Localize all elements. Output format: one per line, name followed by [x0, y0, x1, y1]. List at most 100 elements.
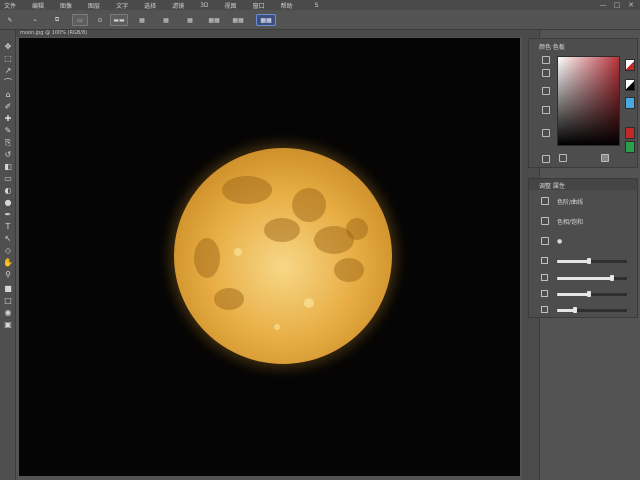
- foreground-color-icon[interactable]: ■: [2, 284, 14, 294]
- type-icon[interactable]: T: [2, 222, 14, 232]
- green-swatch[interactable]: [625, 141, 635, 153]
- color-picker-field[interactable]: [557, 56, 620, 146]
- moon-image: [174, 148, 392, 364]
- slider-track[interactable]: [557, 291, 627, 297]
- option-a-icon[interactable]: ▦: [136, 14, 148, 26]
- eraser-icon[interactable]: ◧: [2, 162, 14, 172]
- slider-icon: [541, 257, 548, 264]
- slider-track[interactable]: [557, 258, 627, 264]
- blur-icon[interactable]: ◐: [2, 186, 14, 196]
- screen-mode-icon[interactable]: ▣: [2, 320, 14, 330]
- menu-view[interactable]: 视图: [225, 1, 237, 10]
- document-tab[interactable]: moon.jpg @ 100% (RGB/8): [18, 30, 89, 37]
- history-brush-icon[interactable]: ↺: [2, 150, 14, 160]
- quick-mask-icon[interactable]: ◉: [2, 308, 14, 318]
- lasso-icon[interactable]: ↗: [2, 66, 14, 76]
- slider-icon: [541, 306, 548, 313]
- brush-icon[interactable]: ✎: [2, 126, 14, 136]
- menu-filter[interactable]: 滤镜: [172, 1, 184, 10]
- option-sample-icon[interactable]: ⧉: [50, 14, 64, 26]
- shape-icon[interactable]: ◇: [2, 246, 14, 256]
- menu-image[interactable]: 图像: [60, 1, 72, 10]
- gradient-panel-icon[interactable]: [542, 87, 550, 95]
- option-c-icon[interactable]: ▦: [184, 14, 196, 26]
- menu-edit[interactable]: 编辑: [32, 1, 44, 10]
- slider-fill: [557, 277, 612, 280]
- maximize-button[interactable]: □: [612, 1, 622, 9]
- adjustment-label: 色相/饱和: [557, 218, 584, 226]
- color-panel: 颜色 色板: [528, 38, 638, 168]
- slider-fill: [557, 293, 589, 296]
- swatches-icon[interactable]: [542, 69, 550, 77]
- option-active-button[interactable]: ▦▦: [256, 14, 276, 26]
- quick-select-icon[interactable]: ⌒: [2, 78, 14, 88]
- document-canvas[interactable]: [19, 38, 520, 476]
- marquee-icon[interactable]: ⬚: [2, 54, 14, 64]
- color-panel-title: 颜色 色板: [539, 44, 565, 51]
- option-d-icon[interactable]: ▦▦: [206, 14, 222, 26]
- path-select-icon[interactable]: ↖: [2, 234, 14, 244]
- menu-help[interactable]: 帮助: [281, 1, 293, 10]
- option-mode-icon[interactable]: ⌁: [30, 14, 40, 26]
- slider-row-2[interactable]: [541, 290, 635, 298]
- slider-thumb[interactable]: [609, 275, 614, 281]
- slider-icon: [541, 274, 548, 281]
- dodge-icon[interactable]: ●: [2, 198, 14, 208]
- color-mode-icon[interactable]: [542, 56, 550, 64]
- slider-thumb[interactable]: [586, 258, 591, 264]
- clone-stamp-icon[interactable]: ⎘: [2, 138, 14, 148]
- options-bar: ✎ ⌁ ⧉ ▭ ⊙ ▬▬ ▦ ▦ ▦ ▦▦ ▦▦ ▦▦: [0, 10, 640, 30]
- menu-layer[interactable]: 图层: [88, 1, 100, 10]
- window-controls: — □ ✕: [594, 0, 636, 10]
- adjustments-header: 调整 属性: [529, 179, 637, 190]
- gradient-icon[interactable]: ▭: [2, 174, 14, 184]
- menu-3d[interactable]: 3D: [200, 2, 208, 9]
- minimize-button[interactable]: —: [598, 1, 608, 9]
- red-swatch[interactable]: [625, 127, 635, 139]
- slider-track[interactable]: [557, 307, 627, 313]
- move-icon[interactable]: ✥: [2, 42, 14, 52]
- contrast-dot-icon: ●: [557, 237, 563, 245]
- tool-preset-icon[interactable]: ✎: [4, 14, 16, 26]
- background-swatch[interactable]: [625, 79, 635, 91]
- option-size-field[interactable]: ▬▬: [110, 14, 128, 26]
- adjustment-row[interactable]: 色阶/曲线: [541, 196, 583, 206]
- close-button[interactable]: ✕: [626, 1, 636, 9]
- pattern-icon[interactable]: [542, 106, 550, 114]
- foreground-swatch[interactable]: [625, 59, 635, 71]
- menu-file[interactable]: 文件: [4, 1, 16, 10]
- visibility-icon: [541, 237, 549, 245]
- option-e-icon[interactable]: ▦▦: [230, 14, 246, 26]
- tools-panel: ✥ ⬚ ↗ ⌒ ⌂ ✐ ✚ ✎ ⎘ ↺ ◧ ▭ ◐ ● ✒ T ↖ ◇ ✋ ⚲ …: [0, 30, 16, 480]
- menu-window[interactable]: 窗口: [253, 1, 265, 10]
- slider-row-0[interactable]: [541, 257, 635, 265]
- adjustment-row[interactable]: ●: [541, 236, 562, 246]
- option-b-icon[interactable]: ▦: [160, 14, 172, 26]
- blue-swatch[interactable]: [625, 97, 635, 109]
- search-icon[interactable]: S: [315, 2, 319, 9]
- crop-icon[interactable]: ⌂: [2, 90, 14, 100]
- pen-icon[interactable]: ✒: [2, 210, 14, 220]
- background-color-icon[interactable]: □: [2, 296, 14, 306]
- healing-icon[interactable]: ✚: [2, 114, 14, 124]
- slider-track[interactable]: [557, 275, 627, 281]
- zoom-icon[interactable]: ⚲: [2, 270, 14, 280]
- delete-swatch-icon[interactable]: [601, 154, 609, 162]
- menu-type[interactable]: 文字: [116, 1, 128, 10]
- styles-icon[interactable]: [542, 129, 550, 137]
- option-shape-button[interactable]: ▭: [72, 14, 88, 26]
- slider-thumb[interactable]: [572, 307, 577, 313]
- adjustment-row[interactable]: 色相/饱和: [541, 216, 583, 226]
- menu-select[interactable]: 选择: [144, 1, 156, 10]
- slider-row-1[interactable]: [541, 274, 635, 282]
- levels-icon: [541, 197, 549, 205]
- add-swatch-icon[interactable]: [559, 154, 567, 162]
- hand-icon[interactable]: ✋: [2, 258, 14, 268]
- slider-row-3[interactable]: [541, 306, 635, 314]
- adjustments-title: 调整 属性: [539, 183, 565, 190]
- slider-thumb[interactable]: [586, 291, 591, 297]
- eyedropper-icon[interactable]: ✐: [2, 102, 14, 112]
- libraries-icon[interactable]: [542, 155, 550, 163]
- document-tab-bar: moon.jpg @ 100% (RGB/8): [16, 30, 524, 37]
- option-target-icon[interactable]: ⊙: [96, 14, 104, 26]
